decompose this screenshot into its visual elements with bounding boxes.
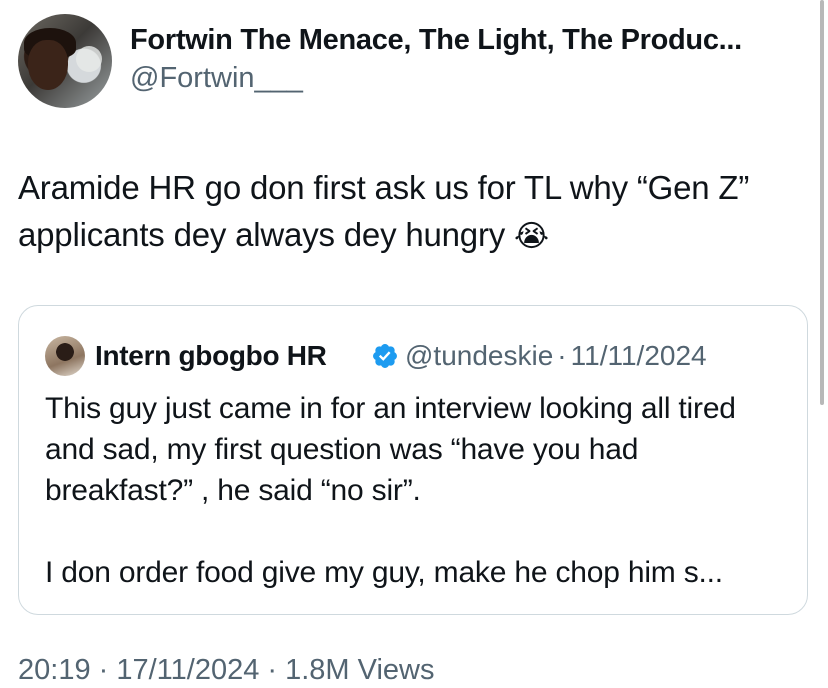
quote-meta: @tundeskie · 11/11/2024 xyxy=(405,338,707,374)
author-display-name[interactable]: Fortwin The Menace, The Light, The Produ… xyxy=(130,22,810,58)
quoted-tweet[interactable]: Intern gbogbo HR @tundeskie · 11/11/2024 T… xyxy=(18,305,808,615)
author-avatar[interactable] xyxy=(18,14,112,108)
meta-separator: · xyxy=(557,340,567,371)
quote-author-avatar[interactable] xyxy=(45,336,85,376)
tweet-body: Aramide HR go don first ask us for TL wh… xyxy=(18,169,750,253)
tweet-text: Aramide HR go don first ask us for TL wh… xyxy=(18,164,798,260)
quote-body: This guy just came in for an interview l… xyxy=(45,388,785,593)
verified-badge-icon xyxy=(373,344,397,368)
quote-date[interactable]: 11/11/2024 xyxy=(571,340,707,371)
quote-author-handle[interactable]: @tundeskie xyxy=(405,340,553,371)
author-name-block[interactable]: Fortwin The Menace, The Light, The Produ… xyxy=(130,22,810,96)
author-handle[interactable]: @Fortwin___ xyxy=(130,60,810,96)
quote-paragraph-2: I don order food give my guy, make he ch… xyxy=(45,556,723,589)
quote-author-name[interactable]: Intern gbogbo HR xyxy=(95,338,327,374)
tweet-header: Fortwin The Menace, The Light, The Produ… xyxy=(18,14,808,112)
loudly-crying-emoji: 😭 xyxy=(514,220,549,253)
avatar-light xyxy=(76,46,102,72)
scrollbar[interactable] xyxy=(820,0,824,405)
quote-header: Intern gbogbo HR @tundeskie · 11/11/2024 xyxy=(45,336,805,376)
avatar-face xyxy=(28,40,68,90)
quote-paragraph-1: This guy just came in for an interview l… xyxy=(45,392,736,507)
tweet-timestamp[interactable]: 20:19 · 17/11/2024 · 1.8M Views xyxy=(18,652,434,688)
